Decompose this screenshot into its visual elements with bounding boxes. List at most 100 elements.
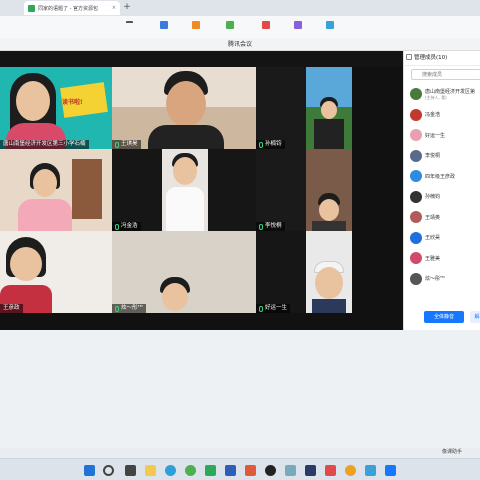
video-tile[interactable]: 孙楠钧 <box>256 67 306 149</box>
video-tile-name: 好运一生 <box>256 304 291 313</box>
app-blue-icon[interactable] <box>365 465 376 476</box>
video-tile[interactable]: 王彦政 <box>0 231 112 313</box>
mic-icon <box>115 305 119 312</box>
app-yellow-icon[interactable] <box>345 465 356 476</box>
app-orange-icon[interactable] <box>245 465 256 476</box>
qq-icon[interactable] <box>265 465 276 476</box>
start-icon[interactable] <box>84 465 95 476</box>
app-red-icon[interactable] <box>325 465 336 476</box>
video-tile[interactable]: 好运一生 <box>256 231 306 313</box>
member-row[interactable]: 王靖奥 <box>410 210 480 224</box>
browser-tab[interactable]: 同家的语题了 - 官方资源包 × <box>24 1 120 15</box>
video-tile[interactable] <box>0 149 112 231</box>
member-name: 炫～彤ᵀᴹ <box>425 276 445 282</box>
panel-title: 管理成员(10) <box>404 51 480 66</box>
member-name: 王欣昊 <box>425 235 441 241</box>
member-row[interactable]: 冯金浩 <box>410 108 480 122</box>
member-text: 唐山南堡经济开发区第 (主持人, 我) <box>425 88 475 101</box>
member-name: 好运一生 <box>425 132 446 139</box>
video-tile-name: 王彦政 <box>0 304 23 313</box>
toolbar-green-icon[interactable] <box>226 21 234 29</box>
avatar <box>410 190 422 203</box>
word-icon[interactable] <box>225 465 236 476</box>
video-tile[interactable]: 冯金浩 <box>112 149 162 231</box>
screen: 同家的语题了 - 官方资源包 × + 腾讯会议 读书啦! 唐山南堡经济开发区第三… <box>0 0 480 480</box>
member-row[interactable]: 炫～彤ᵀᴹ <box>410 272 480 286</box>
member-text: 李悦桐 <box>425 152 440 159</box>
text-tool-icon[interactable] <box>126 21 133 28</box>
member-row[interactable]: 王雅美 <box>410 251 480 265</box>
member-text: 王靖奥 <box>425 214 440 221</box>
toolbar-red-icon[interactable] <box>262 21 270 29</box>
member-name: 李悦桐 <box>425 153 441 159</box>
mic-icon <box>115 223 119 230</box>
video-tile[interactable]: 炫～彤ᵀᴹ <box>112 231 256 313</box>
avatar <box>410 129 422 141</box>
member-role: (主持人, 我) <box>425 94 447 100</box>
video-tile[interactable] <box>306 67 352 149</box>
video-tile[interactable] <box>208 149 256 231</box>
avatar <box>410 108 422 121</box>
video-tile-host[interactable]: 读书啦! 唐山南堡经济开发区第三小学石楠 <box>0 67 112 149</box>
member-row[interactable]: 唐山南堡经济开发区第 (主持人, 我) <box>410 87 480 101</box>
file-explorer-icon[interactable] <box>145 465 156 476</box>
toolbar-blue-icon[interactable] <box>160 21 168 29</box>
video-tile-name: 李悦桐 <box>256 222 285 231</box>
avatar <box>410 88 422 100</box>
mic-icon <box>259 223 263 230</box>
video-tile[interactable]: 李悦桐 <box>256 149 306 231</box>
toolbar-list-icon[interactable] <box>326 21 334 29</box>
panel-collapse-icon[interactable] <box>406 54 412 60</box>
avatar <box>410 211 422 223</box>
member-name: 冯金浩 <box>425 112 441 118</box>
edge-icon[interactable] <box>165 465 176 476</box>
member-text: 好运一生 <box>425 132 445 139</box>
reading-banner-text: 读书啦! <box>62 99 83 106</box>
browser-icon[interactable] <box>185 465 196 476</box>
toolbar-purple-icon[interactable] <box>294 21 302 29</box>
video-tile[interactable] <box>306 231 352 313</box>
app-green-icon[interactable] <box>205 465 216 476</box>
video-top-strip <box>0 51 403 67</box>
avatar <box>410 170 422 182</box>
unmute-all-button[interactable]: 解 <box>470 311 480 323</box>
task-view-icon[interactable] <box>125 465 136 476</box>
toolbar-orange-icon[interactable] <box>192 21 200 29</box>
photoshop-icon[interactable] <box>305 465 316 476</box>
video-tile-name: 冯金浩 <box>112 222 141 231</box>
video-tile[interactable] <box>162 149 208 231</box>
app-teal-icon[interactable] <box>285 465 296 476</box>
member-text: 王欣昊 <box>425 234 440 241</box>
video-tile-name: 唐山南堡经济开发区第三小学石楠 <box>0 140 89 149</box>
member-row[interactable]: 李悦桐 <box>410 149 480 163</box>
member-search-input[interactable] <box>411 69 480 80</box>
member-text: 王雅美 <box>425 255 440 262</box>
site-favicon-icon <box>28 4 35 12</box>
avatar <box>410 272 422 285</box>
member-name: 唐山南堡经济开发区第 <box>425 88 476 95</box>
video-tile-name: 炫～彤ᵀᴹ <box>112 304 146 313</box>
video-tile[interactable]: 王琪昊 <box>112 67 256 149</box>
member-row[interactable]: 好运一生 <box>410 128 480 142</box>
video-tile[interactable] <box>306 149 352 231</box>
member-row[interactable]: 王欣昊 <box>410 231 480 245</box>
search-icon[interactable] <box>103 465 114 476</box>
tab-close-icon[interactable]: × <box>112 5 116 11</box>
mic-icon <box>259 305 263 312</box>
avatar <box>410 231 422 244</box>
member-row[interactable]: 孙楠钧 <box>410 190 480 204</box>
member-name: 王雅美 <box>425 255 441 262</box>
browser-toolbar <box>0 16 480 38</box>
mute-all-button[interactable]: 全体静音 <box>424 311 464 323</box>
new-tab-button[interactable]: + <box>122 2 132 12</box>
member-text: 炫～彤ᵀᴹ <box>425 275 445 282</box>
mic-icon <box>115 141 119 148</box>
member-name: 孙楠钧 <box>425 194 441 200</box>
avatar <box>410 149 422 162</box>
taskbar <box>0 458 480 480</box>
window-title: 腾讯会议 <box>0 38 480 51</box>
tencent-meeting-icon[interactable] <box>385 465 396 476</box>
members-panel: 管理成员(10) 唐山南堡经济开发区第(主持人, 我) 冯金浩好运一生李悦桐四年级… <box>403 51 480 330</box>
member-row[interactable]: 四年级王彦政 <box>410 169 480 183</box>
member-name: 王靖奥 <box>425 214 441 221</box>
